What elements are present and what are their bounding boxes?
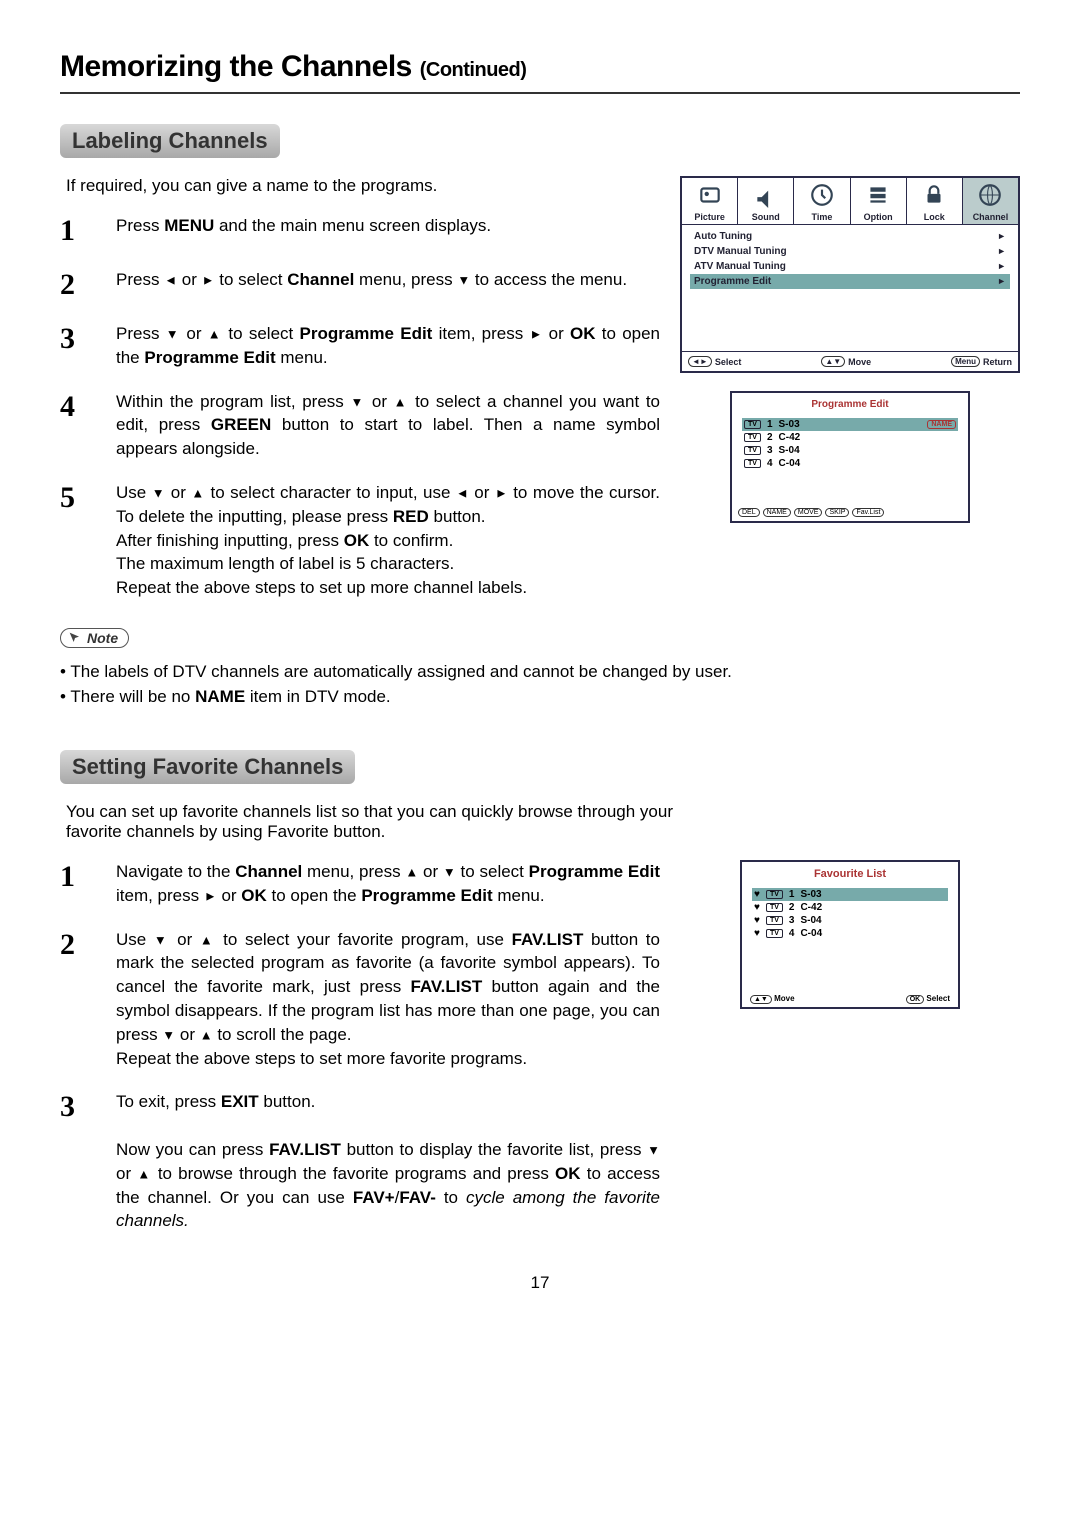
fav-row: ♥TV2C-42 xyxy=(752,901,948,914)
osd3-title: Favourite List xyxy=(742,862,958,886)
osd-programme-edit: Programme Edit TV1S-03NAMETV2C-42TV3S-04… xyxy=(730,391,970,523)
step-body: Press ▼ or ▲ to select Programme Edit it… xyxy=(116,322,660,370)
step-number: 1 xyxy=(60,214,88,248)
page-number: 17 xyxy=(60,1273,1020,1293)
page-title: Memorizing the Channels (Continued) xyxy=(60,50,1020,94)
step-number: 1 xyxy=(60,860,88,908)
note-tag: Note xyxy=(60,628,129,648)
step-number: 3 xyxy=(60,322,88,370)
note-item: The labels of DTV channels are automatic… xyxy=(60,659,1020,685)
fav-row: ♥TV3S-04 xyxy=(752,914,948,927)
step: 4 Within the program list, press ▼ or ▲ t… xyxy=(60,390,660,461)
step-number: 5 xyxy=(60,481,88,600)
osd-tab: Option xyxy=(851,178,907,224)
step-body: Press MENU and the main menu screen disp… xyxy=(116,214,491,248)
osd-channel-menu: PictureSoundTimeOptionLockChannel Auto T… xyxy=(680,176,1020,373)
step: 1 Navigate to the Channel menu, press ▲ o… xyxy=(60,860,660,908)
osd-footer: ◄►Select ▲▼Move MenuReturn xyxy=(682,351,1018,371)
step-number: 2 xyxy=(60,268,88,302)
osd-btn: NAME xyxy=(763,508,791,517)
step: 1 Press MENU and the main menu screen dis… xyxy=(60,214,660,248)
osd-menu-row: Auto Tuning► xyxy=(690,229,1010,244)
osd2-title: Programme Edit xyxy=(732,393,968,416)
section-favorite-heading: Setting Favorite Channels xyxy=(60,750,355,784)
step-number: 4 xyxy=(60,390,88,461)
note-item: There will be no NAME item in DTV mode. xyxy=(60,684,1020,710)
fav-row: ♥TV1S-03 xyxy=(752,888,948,901)
osd-btn: DEL xyxy=(738,508,760,517)
osd-illustrations: PictureSoundTimeOptionLockChannel Auto T… xyxy=(680,176,1020,523)
pointer-icon xyxy=(67,630,83,646)
channel-row: TV3S-04 xyxy=(742,444,958,457)
step-body: Press ◄ or ► to select Channel menu, pre… xyxy=(116,268,627,302)
section-labeling-heading: Labeling Channels xyxy=(60,124,280,158)
step-body: Within the program list, press ▼ or ▲ to… xyxy=(116,390,660,461)
channel-row: TV1S-03NAME xyxy=(742,418,958,431)
channel-row: TV4C-04 xyxy=(742,457,958,470)
step: 2 Press ◄ or ► to select Channel menu, pr… xyxy=(60,268,660,302)
channel-row: TV2C-42 xyxy=(742,431,958,444)
osd-btn: MOVE xyxy=(794,508,823,517)
step: 2Use ▼ or ▲ to select your favorite prog… xyxy=(60,928,660,1071)
osd-tab: Lock xyxy=(907,178,963,224)
osd-btn: SKIP xyxy=(825,508,849,517)
osd-tab: Channel xyxy=(963,178,1018,224)
note-block: Note The labels of DTV channels are auto… xyxy=(60,628,1020,710)
step-number: 2 xyxy=(60,928,88,1071)
step: 3To exit, press EXIT button.Now you can … xyxy=(60,1090,660,1233)
step-number: 3 xyxy=(60,1090,88,1233)
step-body: Use ▼ or ▲ to select character to input,… xyxy=(116,481,660,600)
step: 5Use ▼ or ▲ to select character to input… xyxy=(60,481,660,600)
title-continued: (Continued) xyxy=(420,59,527,81)
osd-btn: Fav.List xyxy=(852,508,884,517)
step-body: Use ▼ or ▲ to select your favorite progr… xyxy=(116,928,660,1071)
favorite-steps: 1 Navigate to the Channel menu, press ▲ o… xyxy=(60,860,660,1233)
labeling-steps: 1 Press MENU and the main menu screen dis… xyxy=(60,214,660,600)
favorite-intro: You can set up favorite channels list so… xyxy=(66,802,706,842)
osd-tab: Time xyxy=(794,178,850,224)
step-body: Navigate to the Channel menu, press ▲ or… xyxy=(116,860,660,908)
osd-menu-row: DTV Manual Tuning► xyxy=(690,244,1010,259)
labeling-intro: If required, you can give a name to the … xyxy=(66,176,660,196)
osd-menu-row: Programme Edit► xyxy=(690,274,1010,289)
fav-row: ♥TV4C-04 xyxy=(752,927,948,940)
osd-tab: Picture xyxy=(682,178,738,224)
osd-menu-row: ATV Manual Tuning► xyxy=(690,259,1010,274)
osd-favourite-col: Favourite List ♥TV1S-03♥TV2C-42♥TV3S-04♥… xyxy=(680,860,1020,1009)
osd-tab: Sound xyxy=(738,178,794,224)
step: 3 Press ▼ or ▲ to select Programme Edit i… xyxy=(60,322,660,370)
step-body: To exit, press EXIT button.Now you can p… xyxy=(116,1090,660,1233)
osd-favourite-list: Favourite List ♥TV1S-03♥TV2C-42♥TV3S-04♥… xyxy=(740,860,960,1009)
title-main: Memorizing the Channels xyxy=(60,50,420,83)
